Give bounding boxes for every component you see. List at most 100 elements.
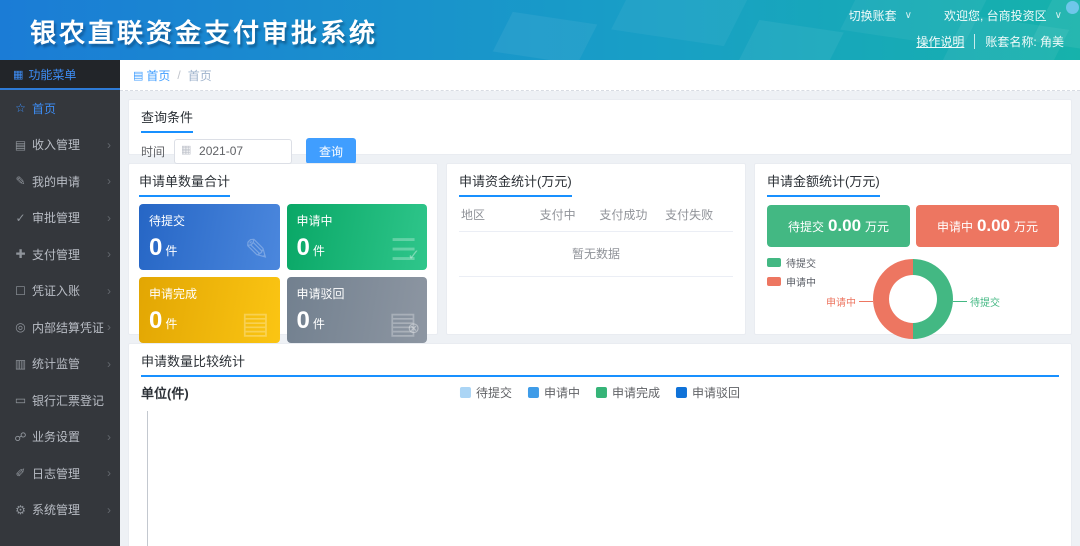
sidebar-item-statistics[interactable]: ▥ 统计监管 › (0, 346, 120, 383)
edit-icon: ✐ (13, 466, 28, 480)
sidebar-item-income[interactable]: ▤ 收入管理 › (0, 127, 120, 164)
search-button[interactable]: 查询 (306, 138, 356, 164)
legend-swatch (460, 387, 471, 398)
welcome-text: 欢迎您, 台商投资区 (944, 7, 1047, 24)
sidebar-item-label: 审批管理 (32, 209, 80, 226)
doc-icon: ▤ (241, 309, 269, 339)
card-label: 申请完成 (149, 285, 270, 302)
legend-item-completed[interactable]: 申请完成 (596, 384, 660, 401)
comparison-chart-title: 申请数量比较统计 (141, 351, 1059, 377)
column-header: 支付成功 (591, 206, 657, 223)
chevron-down-icon[interactable]: ∨ (905, 10, 912, 21)
calendar-icon: ▦ (181, 143, 191, 156)
chevron-right-icon: › (107, 466, 111, 480)
breadcrumb-home-link[interactable]: 首页 (146, 67, 170, 84)
bar-chart-icon: ▥ (13, 357, 28, 371)
application-count-panel: 申请单数量合计 待提交 0件 ✎ 申请中 0件 ☰ (128, 163, 438, 335)
header-decoration (611, 0, 749, 46)
home-star-icon: ☆ (13, 101, 28, 115)
breadcrumb-separator: / (177, 68, 180, 82)
card-rejected[interactable]: 申请驳回 0件 ▤ ⊗ (287, 277, 428, 343)
chevron-down-icon[interactable]: ∨ (1055, 10, 1062, 21)
callout-label: 待提交 (970, 294, 1000, 309)
card-label: 申请中 (297, 212, 418, 229)
date-picker[interactable]: ▦ (174, 139, 292, 164)
operation-guide-link[interactable]: 操作说明 (916, 33, 964, 50)
legend-item-rejected[interactable]: 申请驳回 (676, 384, 740, 401)
app-title: 银农直联资金支付审批系统 (30, 13, 378, 50)
legend-label: 申请驳回 (692, 384, 740, 401)
donut-callout-left: 申请中 (826, 294, 873, 309)
card-value: 0 (297, 234, 310, 261)
cross-overlay-icon: ⊗ (407, 319, 420, 337)
pencil-icon: ✎ (13, 174, 28, 188)
legend-label: 待提交 (476, 384, 512, 401)
card-pending-submit[interactable]: 待提交 0件 ✎ (139, 204, 280, 270)
chevron-right-icon: › (107, 284, 111, 298)
legend-label: 申请完成 (612, 384, 660, 401)
switch-account-link[interactable]: 切换账套 (849, 7, 897, 24)
sidebar-item-label: 日志管理 (32, 465, 80, 482)
sidebar-item-my-applications[interactable]: ✎ 我的申请 › (0, 163, 120, 200)
card-value: 0 (149, 234, 162, 261)
legend-label: 待提交 (786, 255, 816, 270)
sidebar-item-voucher-entry[interactable]: ☐ 凭证入账 › (0, 273, 120, 310)
sidebar-item-label: 支付管理 (32, 246, 80, 263)
app-header: 银农直联资金支付审批系统 切换账套 ∨ 欢迎您, 台商投资区 ∨ 操作说明 账套… (0, 0, 1080, 60)
date-input[interactable] (174, 139, 292, 164)
card-unit: 件 (313, 317, 325, 331)
app-root: 银农直联资金支付审批系统 切换账套 ∨ 欢迎您, 台商投资区 ∨ 操作说明 账套… (0, 0, 1080, 546)
sidebar-item-label: 系统管理 (32, 501, 80, 518)
chevron-right-icon: › (107, 357, 111, 371)
amount-statistics-title: 申请金额统计(万元) (767, 171, 880, 197)
sidebar-item-log[interactable]: ✐ 日志管理 › (0, 455, 120, 492)
chart-unit-label: 单位(件) (141, 383, 189, 402)
sidebar-item-payment[interactable]: ✚ 支付管理 › (0, 236, 120, 273)
bar-chart-legend: 待提交 申请中 申请完成 申请驳回 (460, 384, 740, 401)
chevron-right-icon: › (107, 247, 111, 261)
in-progress-amount-button[interactable]: 申请中 0.00 万元 (916, 205, 1059, 247)
sidebar-item-label: 首页 (32, 100, 56, 117)
card-unit: 件 (165, 244, 177, 258)
callout-line (953, 301, 967, 302)
sidebar-item-label: 业务设置 (32, 428, 80, 445)
chevron-right-icon: › (107, 138, 111, 152)
main-area: ▤ 首页 / 首页 查询条件 时间 ▦ 查询 (120, 60, 1080, 546)
amount-statistics-panel: 申请金额统计(万元) 待提交 0.00 万元 申请中 0.00 万元 (754, 163, 1072, 335)
header-decoration (493, 12, 598, 60)
legend-swatch (676, 387, 687, 398)
legend-swatch (528, 387, 539, 398)
chevron-right-icon: › (107, 320, 111, 334)
donut-callout-right: 待提交 (953, 294, 1000, 309)
sidebar-item-system[interactable]: ⚙ 系统管理 › (0, 492, 120, 529)
donut-chart[interactable] (873, 259, 953, 339)
card-icon: ▭ (13, 393, 28, 407)
amount-value: 0.00 (828, 216, 861, 236)
time-label: 时间 (141, 143, 165, 160)
query-panel-title: 查询条件 (141, 107, 193, 133)
edit-doc-icon: ✎ (244, 236, 269, 266)
sidebar-item-label: 统计监管 (32, 355, 80, 372)
sidebar-item-bank-draft[interactable]: ▭ 银行汇票登记 (0, 382, 120, 419)
card-label: 待提交 (149, 212, 270, 229)
pending-amount-button[interactable]: 待提交 0.00 万元 (767, 205, 910, 247)
sidebar-item-label: 我的申请 (32, 173, 80, 190)
callout-line (859, 301, 873, 302)
menu-grid-icon: ▦ (13, 68, 23, 81)
table-header-row: 地区 支付中 支付成功 支付失败 (459, 197, 733, 232)
legend-item-in-progress[interactable]: 申请中 (528, 384, 580, 401)
sidebar-item-approval[interactable]: ✓ 审批管理 › (0, 200, 120, 237)
sidebar-item-home[interactable]: ☆ 首页 (0, 90, 120, 127)
card-unit: 件 (165, 317, 177, 331)
card-completed[interactable]: 申请完成 0件 ▤ (139, 277, 280, 343)
sidebar-item-business-settings[interactable]: ☍ 业务设置 › (0, 419, 120, 456)
card-unit: 件 (313, 244, 325, 258)
sidebar-item-label: 凭证入账 (32, 282, 80, 299)
sidebar-item-label: 内部结算凭证 (32, 319, 104, 336)
amount-label: 申请中 (937, 218, 973, 235)
legend-item-pending[interactable]: 待提交 (460, 384, 512, 401)
card-in-progress[interactable]: 申请中 0件 ☰ ✓ (287, 204, 428, 270)
table-empty-text: 暂无数据 (459, 232, 733, 277)
card-value: 0 (297, 307, 310, 334)
sidebar-item-internal-settlement[interactable]: ◎ 内部结算凭证 › (0, 309, 120, 346)
